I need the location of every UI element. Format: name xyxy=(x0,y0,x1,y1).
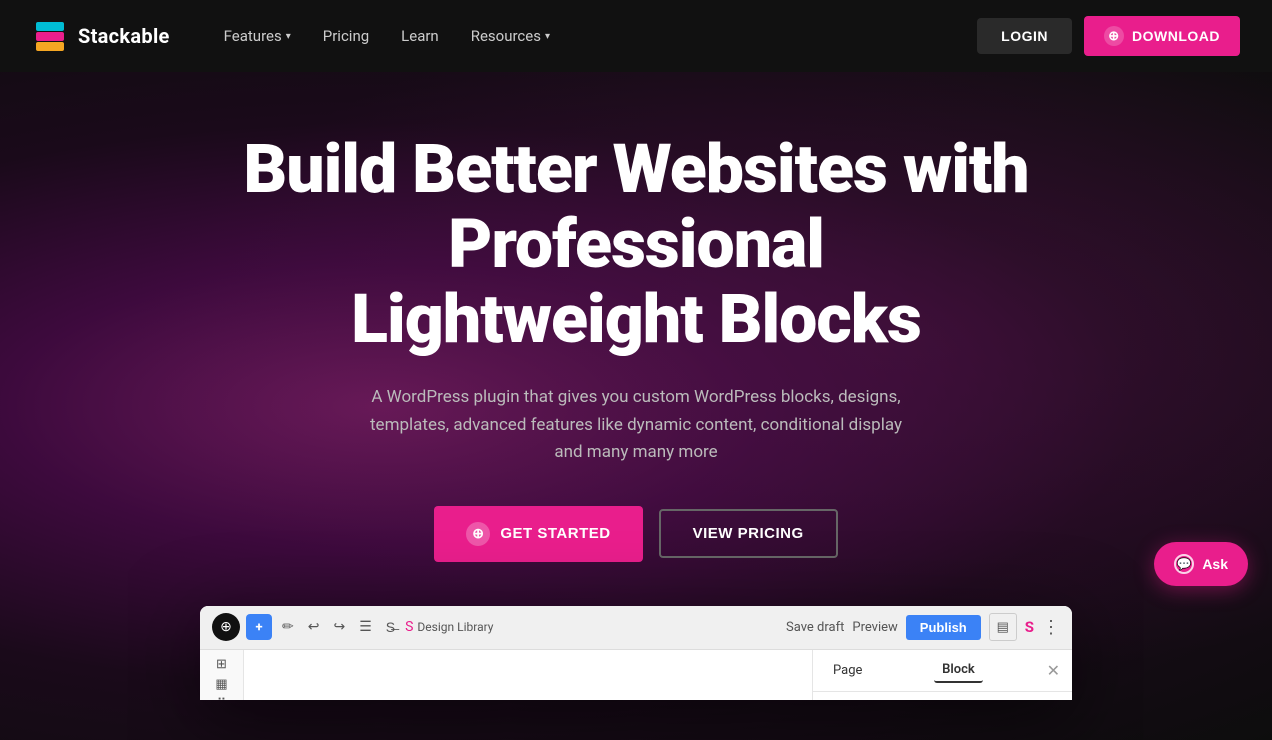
editor-sidebar-left: ⊞ ▦ ⣿ ‹› ≡ ⊙ ••• xyxy=(200,650,244,700)
sidebar-grid-icon[interactable]: ⣿ xyxy=(207,696,237,700)
logo-link[interactable]: Stackable xyxy=(32,18,170,54)
list-icon[interactable]: ☰ xyxy=(355,615,376,639)
hero-subtitle: A WordPress plugin that gives you custom… xyxy=(356,384,916,466)
save-draft-button[interactable]: Save draft xyxy=(786,620,844,635)
brand-name: Stackable xyxy=(78,24,170,48)
get-started-button[interactable]: ⊕ GET STARTED xyxy=(434,506,642,562)
sidebar-layout-icon[interactable]: ▦ xyxy=(207,676,237,692)
design-lib-icon: S xyxy=(405,619,413,635)
nav-resources[interactable]: Resources ▾ xyxy=(457,19,564,53)
editor-toolbar: ⊕ + ✏ ↩ ↪ ☰ S̶ S Design Library Save dr xyxy=(200,606,1072,650)
right-sidebar-tabs: Page Block ✕ xyxy=(813,650,1072,692)
editor-window: ⊕ + ✏ ↩ ↪ ☰ S̶ S Design Library Save dr xyxy=(200,606,1072,700)
wp-logo-toolbar: ⊕ xyxy=(212,613,240,641)
login-button[interactable]: LOGIN xyxy=(977,18,1072,54)
stackable-s-icon: S xyxy=(1025,618,1034,636)
hero-content: Build Better Websites with Professional … xyxy=(86,72,1186,740)
layout-icon[interactable]: ▤ xyxy=(989,613,1017,641)
publish-button[interactable]: Publish xyxy=(906,615,981,640)
editor-sidebar-right: Page Block ✕ xyxy=(812,650,1072,700)
nav-features[interactable]: Features ▾ xyxy=(210,19,305,53)
nav-pricing[interactable]: Pricing xyxy=(309,19,383,53)
chat-button[interactable]: 💬 Ask xyxy=(1154,542,1248,586)
wp-icon-get-started: ⊕ xyxy=(466,522,490,546)
chat-icon: 💬 xyxy=(1174,554,1194,574)
stackable-logo-icon xyxy=(32,18,68,54)
hero-title: Build Better Websites with Professional … xyxy=(118,132,1154,356)
nav-learn[interactable]: Learn xyxy=(387,19,453,53)
toolbar-icons: ✏ ↩ ↪ ☰ S̶ xyxy=(278,615,399,640)
wp-icon: ⊕ xyxy=(1104,26,1124,46)
hero-section: Build Better Websites with Professional … xyxy=(0,72,1272,740)
editor-body: ⊞ ▦ ⣿ ‹› ≡ ⊙ ••• Page Block ✕ xyxy=(200,650,1072,700)
design-library-label[interactable]: S Design Library xyxy=(405,619,493,635)
more-options-icon[interactable]: ⋮ xyxy=(1042,617,1060,638)
sidebar-columns-icon[interactable]: ⊞ xyxy=(207,656,237,672)
editor-preview: ⊕ + ✏ ↩ ↪ ☰ S̶ S Design Library Save dr xyxy=(136,606,1136,700)
view-pricing-button[interactable]: VIEW PRICING xyxy=(659,509,838,558)
strikethrough-icon[interactable]: S̶ xyxy=(382,615,399,640)
nav-links: Features ▾ Pricing Learn Resources ▾ xyxy=(210,19,978,53)
close-sidebar-icon[interactable]: ✕ xyxy=(1047,661,1060,680)
navigation: Stackable Features ▾ Pricing Learn Resou… xyxy=(0,0,1272,72)
download-button[interactable]: ⊕ DOWNLOAD xyxy=(1084,16,1240,56)
page-tab[interactable]: Page xyxy=(825,659,870,682)
toolbar-right: Save draft Preview Publish ▤ S ⋮ xyxy=(786,613,1060,641)
editor-main-canvas xyxy=(244,650,812,700)
hero-buttons: ⊕ GET STARTED VIEW PRICING xyxy=(118,506,1154,562)
pencil-icon[interactable]: ✏ xyxy=(278,615,298,639)
preview-button[interactable]: Preview xyxy=(852,620,897,635)
add-block-button[interactable]: + xyxy=(246,614,272,640)
features-chevron-icon: ▾ xyxy=(286,31,291,42)
nav-actions: LOGIN ⊕ DOWNLOAD xyxy=(977,16,1240,56)
resources-chevron-icon: ▾ xyxy=(545,31,550,42)
undo-icon[interactable]: ↩ xyxy=(304,615,324,639)
block-tab[interactable]: Block xyxy=(934,658,983,683)
redo-icon[interactable]: ↪ xyxy=(329,615,349,639)
